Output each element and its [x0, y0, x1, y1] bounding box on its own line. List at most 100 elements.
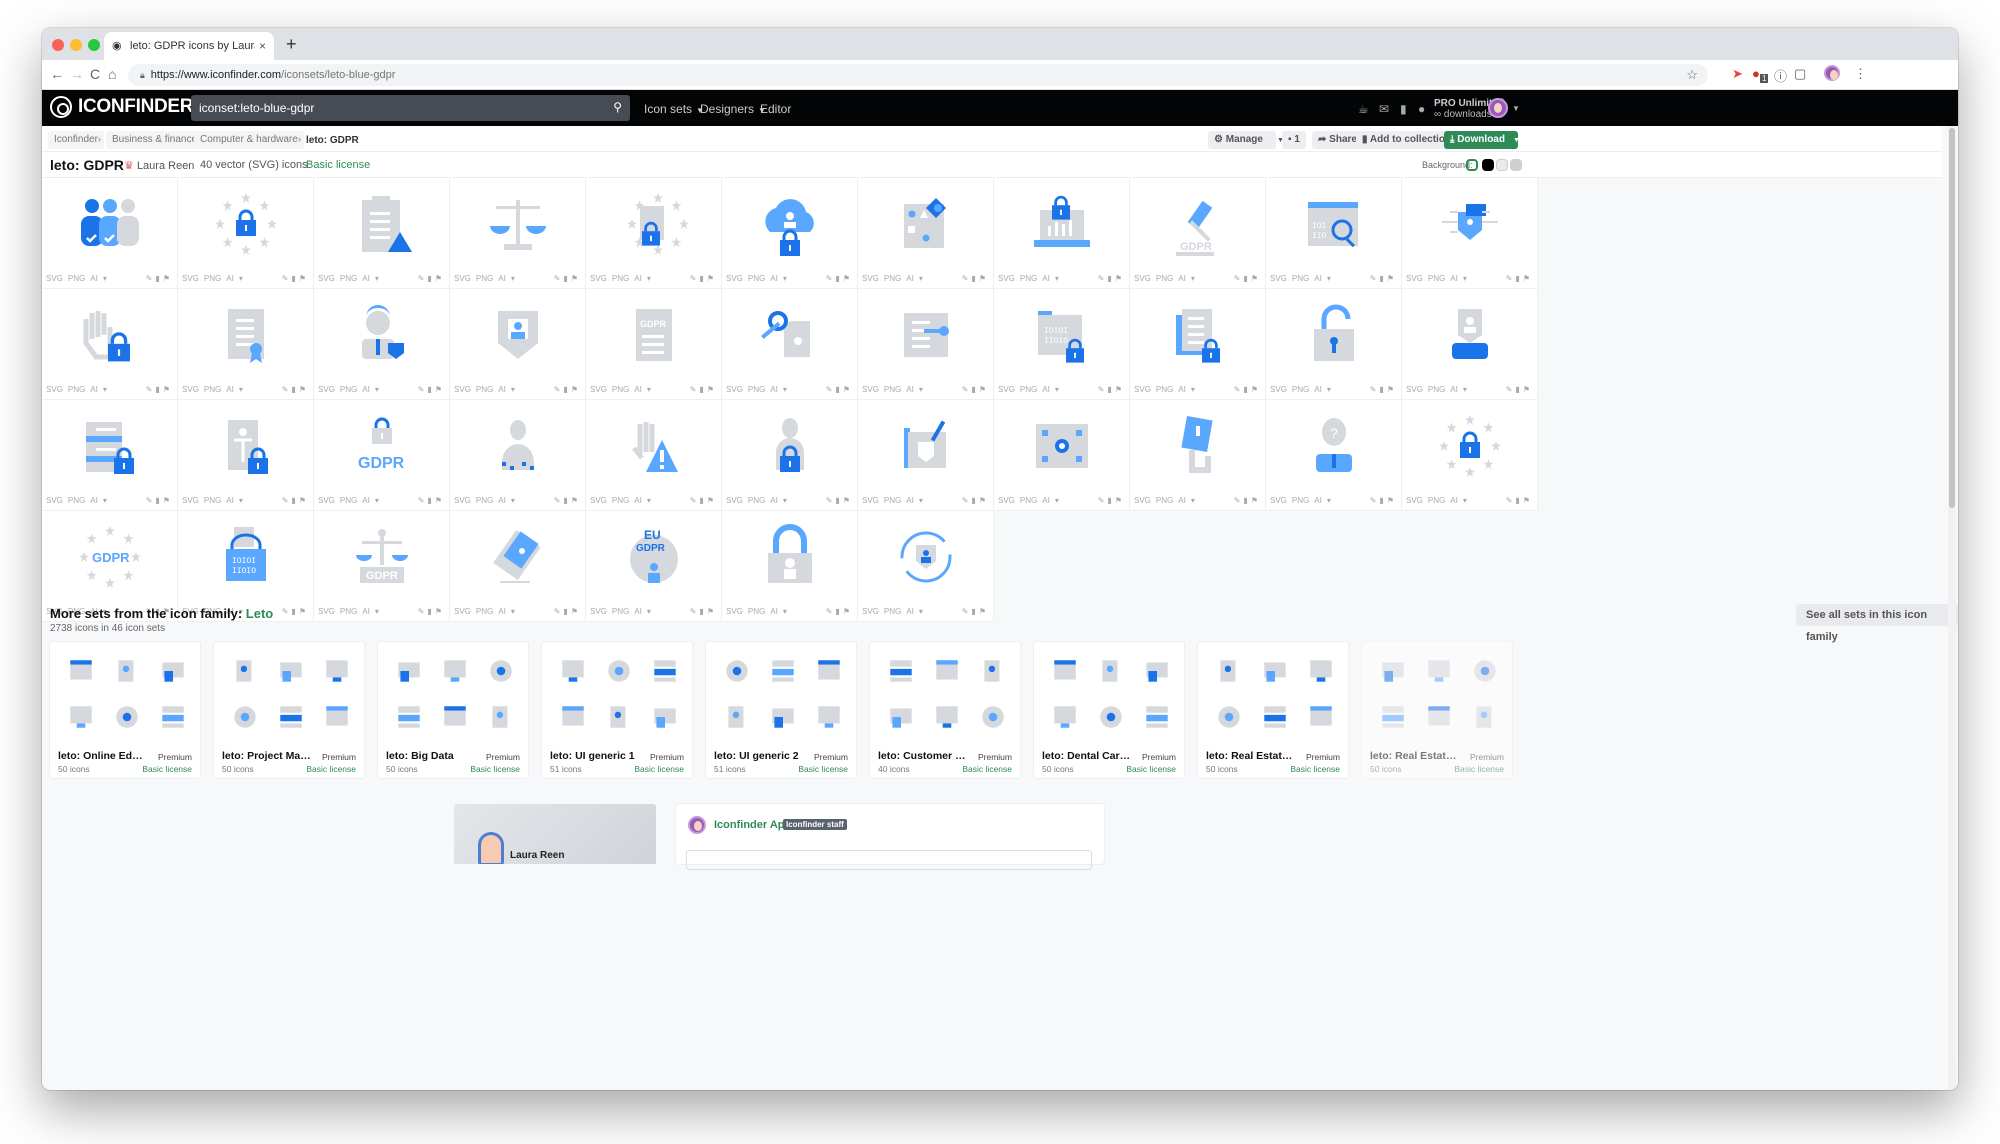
download-svg-link[interactable]: SVG [318, 385, 335, 394]
download-ai-link[interactable]: AI [1314, 385, 1322, 394]
download-ai-link[interactable]: AI [498, 274, 506, 283]
download-svg-link[interactable]: SVG [1406, 274, 1423, 283]
clipboard-warning-icon[interactable] [342, 188, 422, 258]
download-png-link[interactable]: PNG [612, 607, 629, 616]
set-license[interactable]: Basic license [1126, 764, 1176, 774]
lock-user-icon[interactable] [750, 521, 830, 591]
download-ai-link[interactable]: AI [498, 496, 506, 505]
edit-icon[interactable]: ✎ [690, 607, 700, 616]
document-person-lock-icon[interactable] [206, 410, 286, 480]
flag-icon[interactable]: ⚑ [1251, 385, 1261, 394]
set-name[interactable]: leto: Real Estate 2 [1370, 750, 1460, 762]
download-ai-link[interactable]: AI [1314, 274, 1322, 283]
download-ai-link[interactable]: AI [226, 274, 234, 283]
nav-editor[interactable]: Editor [760, 102, 791, 116]
browser-binary-search-icon[interactable]: IOIIIO [1294, 188, 1374, 258]
download-svg-link[interactable]: SVG [46, 385, 63, 394]
icon-set-card[interactable]: leto: UI generic 1 Premium 51 icons Basic l… [542, 642, 692, 778]
download-ai-link[interactable]: AI [90, 274, 98, 283]
background-swatch-checker[interactable] [1510, 159, 1522, 171]
icon-tile[interactable]: SVG PNG AI ▾ ✎▮⚑ [586, 400, 722, 511]
edit-icon[interactable]: ✎ [962, 496, 972, 505]
bookmark-icon[interactable]: ▮ [835, 385, 842, 394]
icon-tile[interactable]: SVG PNG AI ▾ ✎▮⚑ [314, 178, 450, 289]
browser-menu-icon[interactable]: ⋮ [1854, 66, 1867, 82]
flag-icon[interactable]: ⚑ [435, 274, 445, 283]
bookmark-icon[interactable]: ▮ [1379, 496, 1386, 505]
format-caret-icon[interactable]: ▾ [919, 496, 923, 505]
download-svg-link[interactable]: SVG [318, 496, 335, 505]
bookmark-icon[interactable]: ▮ [563, 385, 570, 394]
icon-tile[interactable]: IOIOI IIOIO SVG PNG AI ▾ ✎▮⚑ [994, 289, 1130, 400]
shapes-eye-icon[interactable] [886, 188, 966, 258]
bookmark-icon[interactable]: ▮ [1379, 385, 1386, 394]
eu-gdpr-globe-icon[interactable]: EUGDPR [614, 521, 694, 591]
hand-lock-icon[interactable] [70, 299, 150, 369]
flag-icon[interactable]: ⚑ [843, 607, 853, 616]
icon-tile[interactable]: SVG PNG AI ▾ ✎▮⚑ [178, 400, 314, 511]
download-svg-link[interactable]: SVG [590, 496, 607, 505]
bookmark-icon[interactable]: ▮ [291, 607, 298, 616]
icon-tile[interactable]: SVG PNG AI ▾ ✎▮⚑ [722, 400, 858, 511]
format-caret-icon[interactable]: ▾ [919, 385, 923, 394]
flag-icon[interactable]: ⚑ [163, 496, 173, 505]
flag-icon[interactable]: ⚑ [299, 274, 309, 283]
document-lock-stars-icon[interactable] [614, 188, 694, 258]
set-name[interactable]: leto: UI generic 1 [550, 750, 640, 762]
download-ai-link[interactable]: AI [906, 607, 914, 616]
server-lock-icon[interactable] [70, 410, 150, 480]
format-caret-icon[interactable]: ▾ [1191, 496, 1195, 505]
add-to-collection-button[interactable]: ▮ Add to collection [1356, 131, 1458, 149]
set-license[interactable]: Basic license [1454, 764, 1504, 774]
bookmark-icon[interactable]: ▮ [427, 385, 434, 394]
edit-icon[interactable]: ✎ [418, 385, 428, 394]
breadcrumb-business-finance[interactable]: Business & finance [106, 131, 204, 149]
set-license[interactable]: Basic license [962, 764, 1012, 774]
icon-tile[interactable]: SVG PNG AI ▾ ✎▮⚑ [722, 511, 858, 622]
bookmark-icon[interactable]: ▮ [1243, 496, 1250, 505]
format-caret-icon[interactable]: ▾ [1191, 274, 1195, 283]
bookmark-icon[interactable]: ▮ [291, 496, 298, 505]
download-ai-link[interactable]: AI [770, 496, 778, 505]
icon-tile[interactable]: SVG PNG AI ▾ ✎▮⚑ [722, 289, 858, 400]
bookmark-icon[interactable]: ▮ [1107, 496, 1114, 505]
icon-tile[interactable]: SVG PNG AI ▾ ✎▮⚑ [178, 178, 314, 289]
flag-icon[interactable]: ⚑ [1387, 385, 1397, 394]
edit-icon[interactable]: ✎ [1370, 385, 1380, 394]
download-ai-link[interactable]: AI [1042, 274, 1050, 283]
set-name[interactable]: leto: Big Data [386, 750, 476, 762]
icon-tile[interactable]: SVG PNG AI ▾ ✎▮⚑ [858, 289, 994, 400]
download-png-link[interactable]: PNG [476, 274, 493, 283]
comments-button[interactable]: ▪ 1 [1282, 131, 1306, 149]
manage-button[interactable]: ⚙ Manage ▼ [1208, 131, 1284, 149]
download-png-link[interactable]: PNG [612, 385, 629, 394]
download-png-link[interactable]: PNG [1292, 385, 1309, 394]
format-caret-icon[interactable]: ▾ [1055, 496, 1059, 505]
format-caret-icon[interactable]: ▾ [239, 274, 243, 283]
bookmark-icon[interactable]: ▮ [971, 385, 978, 394]
download-png-link[interactable]: PNG [476, 607, 493, 616]
download-svg-link[interactable]: SVG [998, 274, 1015, 283]
download-png-link[interactable]: PNG [884, 496, 901, 505]
bookmark-icon[interactable]: ▮ [835, 274, 842, 283]
download-svg-link[interactable]: SVG [726, 385, 743, 394]
edit-icon[interactable]: ✎ [418, 274, 428, 283]
download-png-link[interactable]: PNG [748, 607, 765, 616]
format-caret-icon[interactable]: ▾ [1191, 385, 1195, 394]
shield-sync-icon[interactable] [886, 521, 966, 591]
download-png-link[interactable]: PNG [68, 274, 85, 283]
format-caret-icon[interactable]: ▾ [1463, 496, 1467, 505]
flag-icon[interactable]: ⚑ [163, 385, 173, 394]
download-ai-link[interactable]: AI [498, 607, 506, 616]
download-ai-link[interactable]: AI [770, 607, 778, 616]
bookmark-icon[interactable]: ▮ [1515, 274, 1522, 283]
new-tab-button[interactable]: + [286, 34, 297, 55]
download-svg-link[interactable]: SVG [454, 385, 471, 394]
download-png-link[interactable]: PNG [1156, 496, 1173, 505]
flag-icon[interactable]: ⚑ [979, 385, 989, 394]
edit-icon[interactable]: ✎ [418, 496, 428, 505]
icon-tile[interactable]: SVG PNG AI ▾ ✎▮⚑ [178, 289, 314, 400]
download-png-link[interactable]: PNG [204, 274, 221, 283]
icon-tile[interactable]: SVG PNG AI ▾ ✎▮⚑ [450, 511, 586, 622]
edit-icon[interactable]: ✎ [554, 274, 564, 283]
